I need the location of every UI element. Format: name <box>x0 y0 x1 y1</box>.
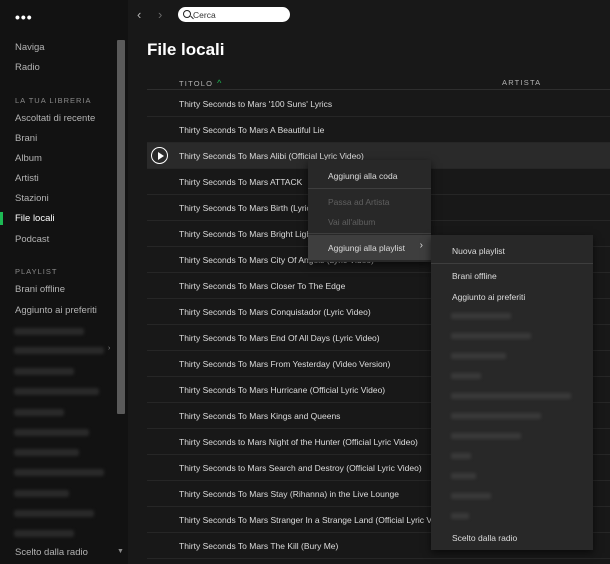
blurred-playlist[interactable] <box>14 409 64 416</box>
playlist-section-title: PLAYLIST <box>15 267 58 276</box>
sidebar-playlist-offline[interactable]: Brani offline <box>15 284 65 295</box>
blurred-playlist[interactable] <box>14 347 104 354</box>
play-icon[interactable] <box>151 147 168 164</box>
menu-go-to-artist: Passa ad Artista <box>328 197 390 207</box>
menu-divider <box>431 263 593 264</box>
blurred-playlist[interactable] <box>14 510 94 517</box>
blurred-playlist[interactable] <box>451 393 571 399</box>
blurred-playlist[interactable] <box>14 368 74 375</box>
blurred-playlist[interactable] <box>14 388 99 395</box>
sidebar-item-songs[interactable]: Brani <box>15 133 37 144</box>
menu-go-to-album: Vai all'album <box>328 217 376 227</box>
table-row[interactable]: Thirty Seconds To Mars A Beautiful Lie <box>147 117 610 143</box>
blurred-playlist[interactable] <box>451 513 469 519</box>
forward-button[interactable]: › <box>158 7 162 22</box>
search-icon <box>183 10 191 18</box>
chevron-right-icon: › <box>108 345 111 352</box>
menu-add-to-playlist[interactable]: Aggiungi alla playlist <box>328 243 405 253</box>
track-title: Thirty Seconds to Mars Night of the Hunt… <box>179 437 418 447</box>
sidebar-item-artists[interactable]: Artisti <box>15 173 39 184</box>
submenu-radio[interactable]: Scelto dalla radio <box>452 533 517 543</box>
blurred-playlist[interactable] <box>451 313 511 319</box>
submenu-new-playlist[interactable]: Nuova playlist <box>452 246 505 256</box>
library-section-title: LA TUA LIBRERIA <box>15 96 92 105</box>
header-divider <box>147 89 610 90</box>
active-indicator <box>0 212 3 225</box>
blurred-playlist[interactable] <box>14 530 74 537</box>
sidebar-item-podcast[interactable]: Podcast <box>15 234 49 245</box>
sidebar-item-albums[interactable]: Album <box>15 153 42 164</box>
track-title: Thirty Seconds to Mars Search and Destro… <box>179 463 422 473</box>
blurred-playlist[interactable] <box>451 433 521 439</box>
blurred-playlist[interactable] <box>14 429 89 436</box>
track-title: Thirty Seconds To Mars End Of All Days (… <box>179 333 380 343</box>
scroll-down-icon[interactable]: ▼ <box>117 548 124 555</box>
blurred-playlist[interactable] <box>14 449 79 456</box>
sidebar-item-naviga[interactable]: Naviga <box>15 42 45 53</box>
menu-divider <box>308 188 431 189</box>
menu-divider <box>308 233 431 234</box>
blurred-playlist[interactable] <box>451 473 476 479</box>
track-title: Thirty Seconds To Mars The Kill (Bury Me… <box>179 541 339 551</box>
submenu-offline[interactable]: Brani offline <box>452 271 497 281</box>
column-header-title[interactable]: TITOLO ^ <box>179 78 223 88</box>
blurred-playlist[interactable] <box>14 469 104 476</box>
track-title: Thirty Seconds To Mars Conquistador (Lyr… <box>179 307 371 317</box>
sidebar-playlist-radio[interactable]: Scelto dalla radio <box>15 547 88 558</box>
chevron-right-icon: › <box>419 240 423 251</box>
menu-dots-icon[interactable]: ••• <box>15 9 33 25</box>
track-title: Thirty Seconds To Mars ATTACK <box>179 177 303 187</box>
table-row[interactable]: Thirty Seconds to Mars '100 Suns' Lyrics <box>147 91 610 117</box>
submenu-favorites[interactable]: Aggiunto ai preferiti <box>452 292 525 302</box>
sidebar-item-local-files[interactable]: File locali <box>15 213 55 224</box>
sidebar-playlist-favorites[interactable]: Aggiunto ai preferiti <box>15 305 97 316</box>
sort-ascending-icon: ^ <box>217 78 223 88</box>
sidebar-scrollbar-thumb[interactable] <box>117 40 125 414</box>
sidebar-item-stations[interactable]: Stazioni <box>15 193 49 204</box>
track-title: Thirty Seconds To Mars From Yesterday (V… <box>179 359 391 369</box>
blurred-playlist[interactable] <box>451 493 491 499</box>
blurred-playlist[interactable] <box>14 328 84 335</box>
track-title: Thirty Seconds To Mars Hurricane (Offici… <box>179 385 386 395</box>
sidebar: ••• Naviga Radio LA TUA LIBRERIA Ascolta… <box>0 0 128 564</box>
page-title: File locali <box>147 40 225 59</box>
blurred-playlist[interactable] <box>451 353 506 359</box>
search-box[interactable] <box>178 7 290 22</box>
blurred-playlist[interactable] <box>451 453 471 459</box>
track-title: Thirty Seconds To Mars A Beautiful Lie <box>179 125 325 135</box>
blurred-playlist[interactable] <box>451 333 531 339</box>
track-title: Thirty Seconds To Mars Bright Lights <box>179 229 318 239</box>
track-title: Thirty Seconds To Mars Stay (Rihanna) in… <box>179 489 400 499</box>
playlist-submenu: Nuova playlist Brani offline Aggiunto ai… <box>431 235 593 550</box>
track-title: Thirty Seconds To Mars Kings and Queens <box>179 411 341 421</box>
context-menu: Aggiungi alla coda Passa ad Artista Vai … <box>308 160 431 262</box>
column-header-artist[interactable]: ARTISTA <box>502 78 541 87</box>
track-title: Thirty Seconds To Mars Closer To The Edg… <box>179 281 346 291</box>
sidebar-item-radio[interactable]: Radio <box>15 62 40 73</box>
track-title: Thirty Seconds to Mars '100 Suns' Lyrics <box>179 99 333 109</box>
menu-add-to-queue[interactable]: Aggiungi alla coda <box>328 171 397 181</box>
blurred-playlist[interactable] <box>451 413 541 419</box>
search-input[interactable] <box>193 8 285 21</box>
sidebar-item-recent[interactable]: Ascoltati di recente <box>15 113 95 124</box>
column-title-label: TITOLO <box>179 79 214 88</box>
blurred-playlist[interactable] <box>451 373 481 379</box>
blurred-playlist[interactable] <box>14 490 69 497</box>
back-button[interactable]: ‹ <box>137 7 141 22</box>
track-title: Thirty Seconds To Mars Stranger In a Str… <box>179 515 451 525</box>
